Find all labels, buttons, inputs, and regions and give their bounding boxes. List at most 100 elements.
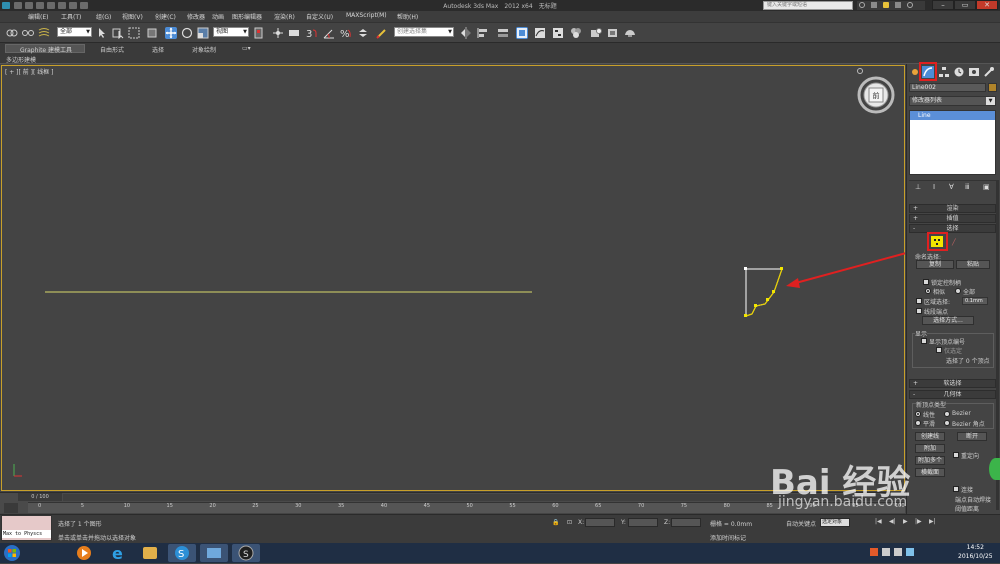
communication-icon[interactable] — [871, 2, 877, 8]
vertex-handle[interactable] — [780, 267, 783, 270]
menu-edit[interactable]: 编辑(E) — [28, 12, 48, 21]
bezier-radio[interactable] — [944, 411, 950, 417]
smooth-radio[interactable] — [915, 420, 921, 426]
ribbon-options-icon[interactable]: ▭▾ — [242, 45, 251, 52]
menu-maxscript[interactable]: MAXScript(M) — [346, 12, 387, 19]
alike-radio[interactable] — [925, 288, 931, 294]
edit-named-selection-icon[interactable] — [376, 27, 388, 39]
select-and-scale-icon[interactable] — [197, 27, 209, 39]
copy-button[interactable]: 复制 — [916, 260, 954, 269]
vertex-handle[interactable] — [744, 314, 747, 317]
select-and-manipulate-icon[interactable] — [272, 27, 284, 39]
break-button[interactable]: 断开 — [957, 432, 987, 441]
z-coord-field[interactable] — [671, 518, 701, 527]
vertex-handle[interactable] — [744, 267, 747, 270]
pivot-center-icon[interactable] — [253, 27, 265, 39]
hierarchy-panel-icon[interactable] — [938, 66, 950, 78]
select-by-button[interactable]: 选择方式... — [922, 316, 974, 325]
rectangular-selection-icon[interactable] — [128, 27, 140, 39]
key-filter-dropdown[interactable]: 选定对象 — [820, 518, 850, 527]
menu-create[interactable]: 创建(C) — [155, 12, 176, 21]
remote-desktop-icon[interactable] — [200, 544, 228, 562]
motion-panel-icon[interactable] — [953, 66, 965, 78]
cross-section-button[interactable]: 横截面 — [915, 468, 945, 477]
show-end-result-icon[interactable]: Ⅰ — [933, 183, 935, 191]
viewcube-home-icon[interactable] — [857, 68, 863, 74]
attach-multiple-button[interactable]: 附加多个 — [915, 456, 945, 465]
render-production-icon[interactable] — [624, 27, 636, 39]
previous-frame-icon[interactable]: ◀| — [889, 518, 896, 525]
display-panel-icon[interactable] — [968, 66, 980, 78]
app-launcher-icon[interactable] — [136, 544, 164, 562]
menu-group[interactable]: 组(G) — [96, 12, 111, 21]
menu-animation[interactable]: 动画 — [212, 12, 224, 21]
go-to-end-icon[interactable]: ▶| — [929, 518, 936, 525]
spinner-snap-icon[interactable] — [357, 27, 369, 39]
subscription-icon[interactable] — [895, 2, 901, 8]
schematic-view-icon[interactable] — [552, 27, 564, 39]
tray-input-icon[interactable] — [906, 548, 914, 556]
render-setup-icon[interactable] — [590, 27, 602, 39]
modifier-list-dropdown[interactable]: 修改器列表 ▼ — [909, 96, 996, 106]
restore-button[interactable]: ▭ — [954, 0, 976, 10]
show-vertex-numbers-checkbox[interactable] — [921, 338, 927, 344]
rendered-frame-window-icon[interactable] — [607, 27, 619, 39]
material-editor-icon[interactable] — [570, 27, 582, 39]
snaps-toggle-icon[interactable]: 3 — [306, 27, 318, 40]
angle-snap-icon[interactable] — [323, 27, 335, 39]
rollout-soft-selection[interactable]: + 软选择 — [909, 379, 996, 388]
reference-coordinate-dropdown[interactable]: 视图 ▼ — [213, 27, 249, 37]
ribbon-tab-selection[interactable]: 选择 — [152, 45, 164, 54]
utilities-panel-icon[interactable] — [983, 66, 995, 78]
line002-shape[interactable] — [745, 268, 783, 317]
lock-selection-icon[interactable]: 🔒 — [552, 519, 559, 526]
menu-modifiers[interactable]: 修改器 — [187, 12, 205, 21]
curve-editor-icon[interactable] — [534, 27, 546, 39]
viewport-scene[interactable] — [0, 64, 905, 492]
select-and-rotate-icon[interactable] — [181, 27, 193, 39]
start-button[interactable] — [2, 544, 22, 562]
rollout-rendering[interactable]: + 渲染 — [909, 204, 996, 213]
percent-snap-icon[interactable]: % — [340, 27, 352, 40]
go-to-start-icon[interactable]: |◀ — [875, 518, 882, 525]
vertex-subobject-icon[interactable] — [931, 236, 943, 247]
taskbar-clock[interactable]: 14:52 2016/10/25 — [958, 543, 993, 561]
tray-volume-icon[interactable] — [894, 548, 902, 556]
vertex-handle[interactable] — [772, 290, 775, 293]
menu-customize[interactable]: 自定义(U) — [306, 12, 333, 21]
vertex-handle[interactable] — [754, 304, 757, 307]
linear-radio[interactable] — [915, 411, 921, 417]
rollout-interpolation[interactable]: + 插值 — [909, 214, 996, 223]
bind-space-warp-icon[interactable] — [38, 27, 50, 39]
help-search-input[interactable]: 键入关键字或短语 — [763, 1, 853, 10]
menu-rendering[interactable]: 渲染(R) — [274, 12, 295, 21]
menu-help[interactable]: 帮助(H) — [397, 12, 418, 21]
viewcube[interactable]: 前 — [856, 75, 896, 115]
menu-graph-editors[interactable]: 图形编辑器 — [232, 12, 262, 21]
ribbon-tab-object-paint[interactable]: 对象绘制 — [192, 45, 216, 54]
close-button[interactable]: ✕ — [976, 0, 998, 10]
window-crossing-icon[interactable] — [146, 27, 158, 39]
area-selection-spinner[interactable]: 0.1mm — [962, 297, 988, 305]
x-coord-field[interactable] — [585, 518, 615, 527]
internet-explorer-icon[interactable]: e — [104, 544, 132, 563]
menu-views[interactable]: 视图(V) — [122, 12, 143, 21]
favorites-star-icon[interactable] — [883, 2, 889, 8]
absolute-mode-icon[interactable]: ⊡ — [567, 519, 572, 526]
pin-stack-icon[interactable]: ⊥ — [915, 183, 921, 191]
next-frame-icon[interactable]: |▶ — [915, 518, 922, 525]
polygon-modeling-tab[interactable]: 多边形建模 — [6, 55, 36, 64]
object-name-field[interactable]: Line002 — [909, 83, 986, 92]
maxscript-mini-listener[interactable]: Max to Physcs — [2, 530, 51, 538]
menu-tools[interactable]: 工具(T) — [61, 12, 81, 21]
link-icon[interactable] — [6, 27, 18, 39]
search-icon[interactable] — [859, 2, 865, 8]
mirror-icon[interactable] — [460, 27, 472, 39]
sogou-input-icon[interactable]: S — [168, 544, 196, 562]
media-player-icon[interactable] — [70, 544, 98, 562]
make-unique-icon[interactable]: ∀ — [949, 183, 954, 191]
select-object-icon[interactable] — [96, 27, 108, 39]
modify-panel-icon[interactable] — [922, 66, 934, 78]
connect-checkbox[interactable] — [953, 486, 959, 492]
mini-curve-editor-icon[interactable] — [4, 503, 18, 513]
